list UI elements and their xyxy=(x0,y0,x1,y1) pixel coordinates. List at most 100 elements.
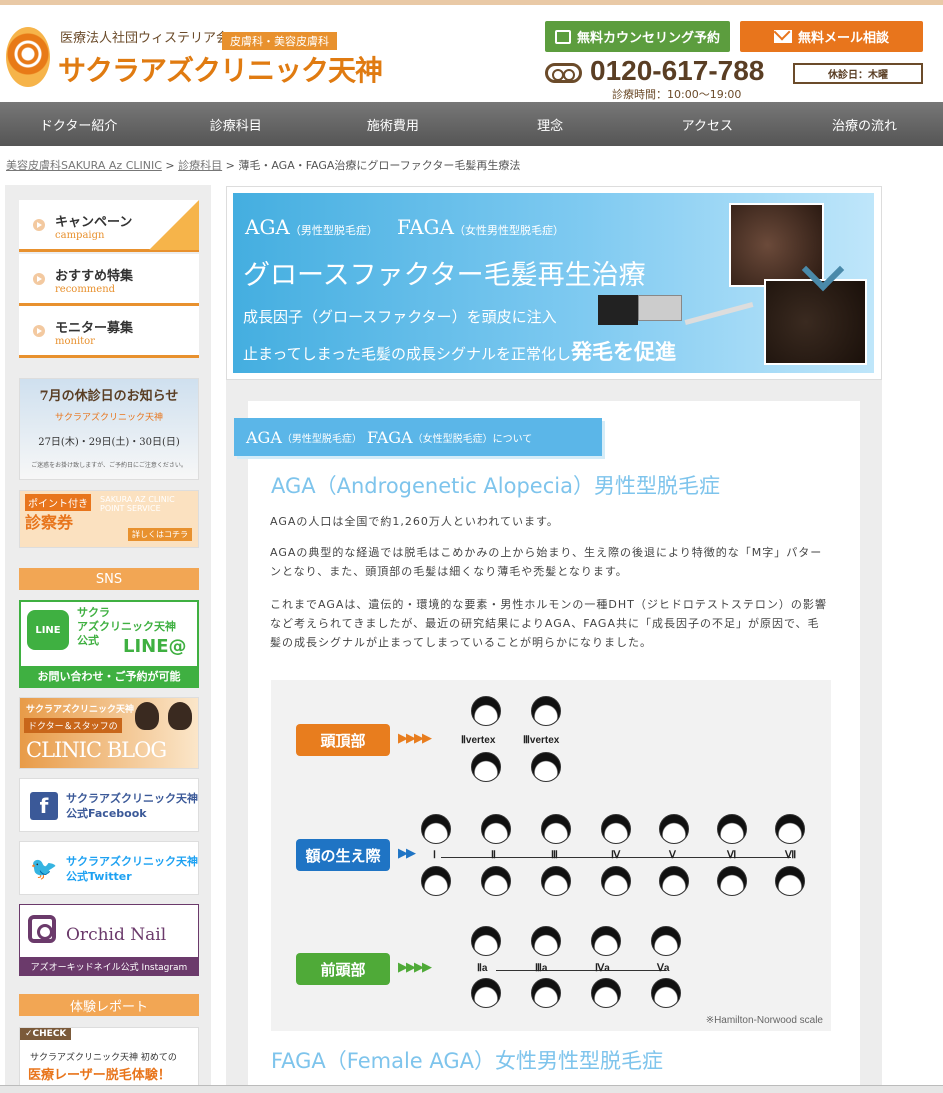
hero-line4: 止まってしまった毛髪の成長シグナルを正常化し発毛を促進 xyxy=(243,336,676,366)
holiday-notice-banner[interactable]: 7月の休診日のお知らせ サクラアズクリニック天神 27日(木)・29日(土)・3… xyxy=(19,378,199,480)
mail-icon xyxy=(773,30,792,43)
head-diagram xyxy=(717,866,747,896)
orchid-name: Orchid Nail xyxy=(66,925,167,945)
label-frontal: 前頭部 xyxy=(296,953,390,985)
stage-label: Ⅱ xyxy=(491,850,496,861)
org-name: 医療法人社団ウィステリア会 xyxy=(60,31,230,46)
sidebar-item-sublabel: campaign xyxy=(55,230,105,241)
head-diagram xyxy=(651,926,681,956)
head-diagram xyxy=(471,978,501,1008)
sidebar-item-sublabel: monitor xyxy=(55,336,95,347)
injector-pen xyxy=(684,302,754,325)
sidebar-recommend[interactable]: おすすめ特集 recommend xyxy=(19,254,199,306)
nav-departments[interactable]: 診療科目 xyxy=(157,102,314,146)
head-diagram xyxy=(471,752,501,782)
twitter-line1: サクラアズクリニック天神 xyxy=(66,855,198,868)
facebook-banner[interactable]: f サクラアズクリニック天神 公式Facebook xyxy=(19,778,199,832)
nav-prices[interactable]: 施術費用 xyxy=(314,102,471,146)
head-diagram xyxy=(531,696,561,726)
instagram-icon xyxy=(28,915,56,943)
head-diagram xyxy=(717,814,747,844)
nav-flow[interactable]: 治療の流れ xyxy=(786,102,943,146)
head-diagram xyxy=(541,866,571,896)
main-nav: ドクター紹介 診療科目 施術費用 理念 アクセス 治療の流れ xyxy=(0,102,943,146)
stage-label: Ⅲvertex xyxy=(523,735,560,746)
scalp-after-photo xyxy=(764,279,867,365)
line-icon: LINE xyxy=(27,610,69,650)
nav-doctors[interactable]: ドクター紹介 xyxy=(0,102,157,146)
breadcrumb-home[interactable]: 美容皮膚科SAKURA Az CLINIC xyxy=(6,159,162,172)
nav-access[interactable]: アクセス xyxy=(629,102,786,146)
laser-report-banner[interactable]: ✓CHECK サクラアズクリニック天神 初めての 医療レーザー脱毛体験！ xyxy=(19,1027,199,1087)
head-diagram xyxy=(531,978,561,1008)
hero-line1: AGA（男性型脱毛症） FAGA（女性男性型脱毛症） xyxy=(245,215,564,239)
line-title-1: サクラ xyxy=(77,606,110,619)
notice-title: 7月の休診日のお知らせ xyxy=(39,389,179,404)
tab-aga: AGA xyxy=(246,427,282,447)
sns-heading: SNS xyxy=(19,568,199,590)
label-hairline: 額の生え際 xyxy=(296,839,390,871)
head-diagram xyxy=(421,866,451,896)
office-hours: 診療時間：10:00〜19:00 xyxy=(612,88,742,101)
twitter-bird-icon: 🐦 xyxy=(30,856,58,882)
head-diagram xyxy=(531,752,561,782)
phone-number[interactable]: 0120-617-788 xyxy=(590,55,764,87)
twitter-banner[interactable]: 🐦 サクラアズクリニック天神 公式Twitter xyxy=(19,841,199,895)
aga-heading: AGA（Androgenetic Alopecia）男性型脱毛症 xyxy=(271,474,720,498)
line-bar: お問い合わせ・ご予約が可能 xyxy=(21,666,197,686)
breadcrumb-sep: > xyxy=(161,159,179,172)
hero-line4b: 発毛を促進 xyxy=(571,340,677,364)
clinic-blog-banner[interactable]: サクラアズクリニック天神 ドクター＆スタッフの CLINIC BLOG xyxy=(19,697,199,769)
head-diagram xyxy=(659,814,689,844)
paragraph-2: AGAの典型的な経過では脱毛はこめかみの上から始まり、生え際の後退により特徴的な… xyxy=(270,546,823,578)
sidebar-item-sublabel: recommend xyxy=(55,284,116,295)
orchid-bar: アズオーキッドネイル公式 Instagram xyxy=(20,957,198,975)
orchid-nail-banner[interactable]: Orchid Nail アズオーキッドネイル公式 Instagram xyxy=(19,904,199,976)
free-counseling-button[interactable]: 無料カウンセリング予約 xyxy=(545,21,730,52)
breadcrumb: 美容皮膚科SAKURA Az CLINIC > 診療科目 > 薄毛・AGA・FA… xyxy=(6,157,520,173)
stage-label: Ⅲ xyxy=(551,850,558,861)
check-big: 医療レーザー脱毛体験！ xyxy=(28,1068,171,1083)
chat-icon xyxy=(554,29,571,44)
hamilton-norwood-scale: 頭頂部 ▶▶▶▶ 額の生え際 ▶▶ 前頭部 ▶▶▶▶ Ⅱvertex Ⅲvert… xyxy=(271,680,831,1031)
sidebar-item-label: キャンペーン xyxy=(55,215,133,230)
twitter-line2: 公式Twitter xyxy=(66,870,132,883)
chevrons-icon: ▶▶▶▶ xyxy=(398,731,432,746)
stage-label: Ⅰ xyxy=(433,850,436,861)
stage-label: Ⅱa xyxy=(477,963,488,974)
dept-badge: 皮膚科・美容皮膚科 xyxy=(222,32,337,50)
stage-label: Ⅴa xyxy=(657,963,670,974)
line-at-text: LINE@ xyxy=(123,636,187,657)
os-taskbar xyxy=(0,1085,943,1093)
line-banner[interactable]: LINE サクラ アズクリニック天神 公式 LINE@ お問い合わせ・ご予約が可… xyxy=(19,600,199,688)
breadcrumb-current: 薄毛・AGA・FAGA治療にグローファクター毛髪再生療法 xyxy=(238,159,521,172)
breadcrumb-section[interactable]: 診療科目 xyxy=(178,159,222,172)
facebook-line1: サクラアズクリニック天神 xyxy=(66,792,198,805)
tab-suffix: について xyxy=(492,433,533,445)
breadcrumb-sep: > xyxy=(222,159,239,172)
stage-label: Ⅴ xyxy=(669,850,676,861)
chevrons-icon: ▶▶▶▶ xyxy=(398,960,432,975)
stage-label: Ⅶ xyxy=(785,850,797,861)
free-mail-button[interactable]: 無料メール相談 xyxy=(740,21,923,52)
notice-sub: サクラアズクリニック天神 xyxy=(54,413,163,423)
stage-label: Ⅳa xyxy=(595,963,610,974)
hero-aga: AGA xyxy=(245,215,290,239)
hero-banner: AGA（男性型脱毛症） FAGA（女性男性型脱毛症） グロースファクター毛髪再生… xyxy=(233,193,874,373)
hero-line4a: 止まってしまった毛髪の成長シグナルを正常化し xyxy=(243,345,572,363)
notice-dates: 27日(木)・29日(土)・30日(日) xyxy=(38,437,180,448)
nav-philosophy[interactable]: 理念 xyxy=(472,102,629,146)
point-card-banner[interactable]: ポイント付き 診察券 SAKURA AZ CLINIC POINT SERVIC… xyxy=(19,490,199,548)
head-diagram xyxy=(531,926,561,956)
sidebar-campaign[interactable]: キャンペーン campaign xyxy=(19,200,199,252)
hero-aga-note: （男性型脱毛症） xyxy=(289,224,378,237)
blog-big: CLINIC BLOG xyxy=(26,738,167,762)
product-box xyxy=(598,295,638,325)
clinic-emblem-icon[interactable] xyxy=(6,27,50,87)
label-vertex: 頭頂部 xyxy=(296,724,390,756)
stage-label: Ⅲa xyxy=(535,963,548,974)
clinic-logo-text[interactable]: サクラアズクリニック天神 xyxy=(58,49,383,89)
head-diagram xyxy=(601,866,631,896)
sidebar-monitor[interactable]: モニター募集 monitor xyxy=(19,306,199,358)
hero-title: グロースファクター毛髪再生治療 xyxy=(243,260,646,291)
